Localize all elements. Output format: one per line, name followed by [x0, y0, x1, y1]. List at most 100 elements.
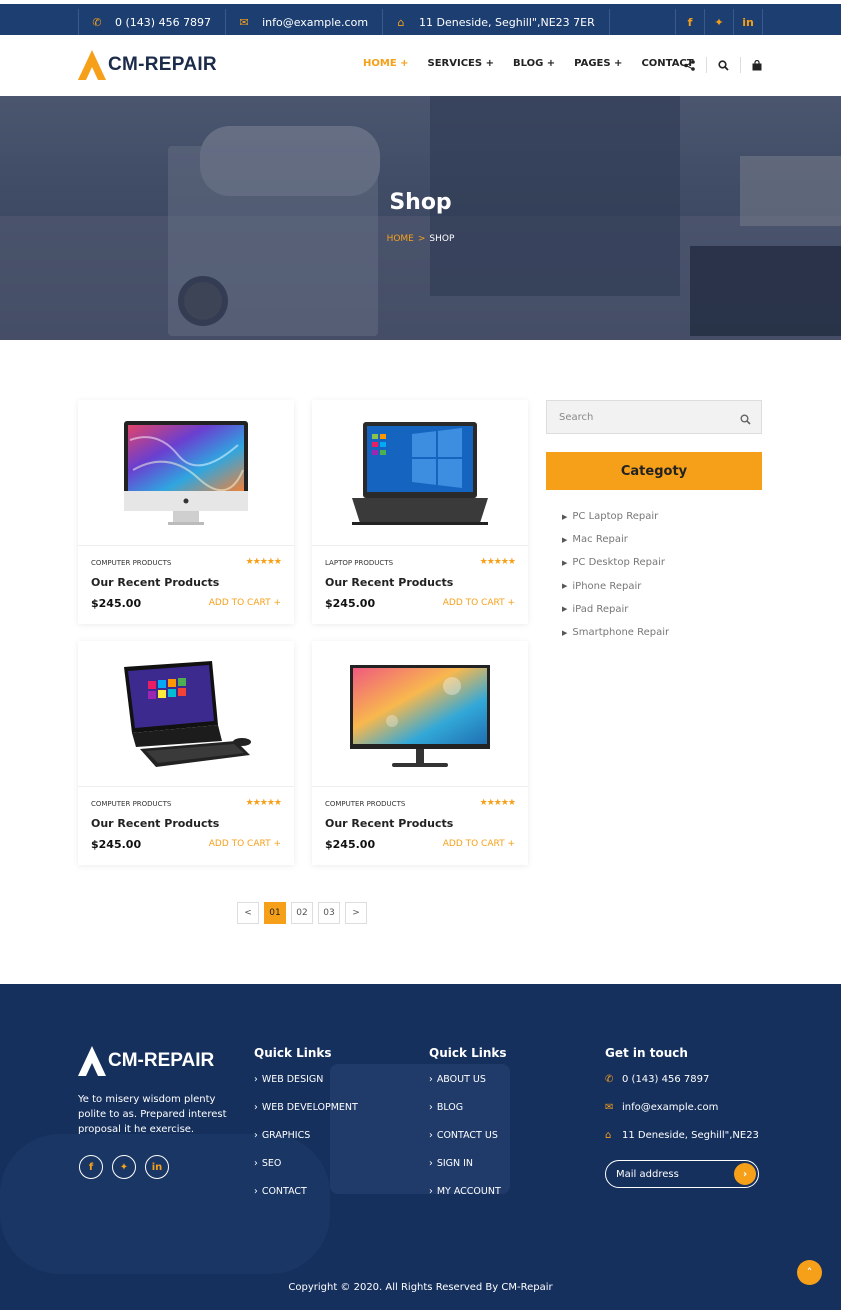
- footer-link-label: BLOG: [436, 1102, 464, 1113]
- envelope-icon: ✉: [605, 1102, 614, 1113]
- category-label: iPad Repair: [572, 603, 629, 615]
- rating-stars: ★★★★★: [479, 557, 516, 567]
- search-icon[interactable]: [740, 410, 751, 429]
- newsletter-email-input[interactable]: Mail address ›: [605, 1160, 759, 1188]
- chevron-right-icon: ›: [254, 1130, 258, 1141]
- category-item[interactable]: ▶ PC Laptop Repair: [562, 505, 669, 528]
- divider: [706, 57, 707, 73]
- nav-services[interactable]: SERVICES +: [428, 58, 494, 69]
- category-label: PC Laptop Repair: [572, 511, 659, 523]
- product-title[interactable]: Our Recent Products: [325, 576, 453, 589]
- add-to-cart-button[interactable]: ADD TO CART +: [443, 839, 515, 849]
- facebook-icon[interactable]: f: [676, 9, 705, 35]
- top-bar: ✆ 0 (143) 456 7897 ✉ info@example.com ⌂ …: [0, 0, 841, 35]
- facebook-icon[interactable]: f: [79, 1155, 103, 1179]
- divider: [740, 57, 741, 73]
- site-footer: CM-REPAIR Ye to misery wisdom plenty pol…: [0, 984, 841, 1310]
- footer-email[interactable]: ✉ info@example.com: [605, 1102, 759, 1130]
- product-category: COMPUTER PRODUCTS: [325, 800, 406, 808]
- home-icon: ⌂: [605, 1130, 612, 1141]
- footer-phone[interactable]: ✆ 0 (143) 456 7897: [605, 1074, 759, 1102]
- footer-column-title: Quick Links: [254, 1046, 332, 1060]
- prev-page-button[interactable]: <: [237, 902, 259, 924]
- footer-link-label: WEB DEVELOPMENT: [261, 1102, 358, 1113]
- product-image[interactable]: [78, 641, 294, 787]
- search-input[interactable]: Search: [546, 400, 762, 434]
- footer-link[interactable]: › SIGN IN: [429, 1158, 507, 1186]
- add-to-cart-button[interactable]: ADD TO CART +: [209, 598, 281, 608]
- product-image[interactable]: [312, 641, 528, 787]
- footer-link-label: SEO: [261, 1158, 282, 1169]
- rating-stars: ★★★★★: [245, 798, 282, 808]
- page-button[interactable]: 02: [291, 902, 313, 924]
- product-price: $245.00: [325, 838, 376, 851]
- category-label: Mac Repair: [572, 534, 628, 546]
- linkedin-icon[interactable]: in: [734, 9, 763, 35]
- product-image[interactable]: [78, 400, 294, 546]
- twitter-icon[interactable]: ✦: [112, 1155, 136, 1179]
- product-title[interactable]: Our Recent Products: [91, 817, 219, 830]
- product-card[interactable]: LAPTOP PRODUCTS ★★★★★ Our Recent Product…: [312, 400, 528, 624]
- share-icon[interactable]: [684, 56, 695, 74]
- footer-link[interactable]: › GRAPHICS: [254, 1130, 358, 1158]
- breadcrumb-separator: >: [417, 234, 426, 244]
- site-logo[interactable]: CM-REPAIR: [78, 50, 217, 80]
- footer-contact-text: 11 Deneside, Seghill",NE23: [622, 1130, 759, 1141]
- caret-right-icon: ▶: [562, 582, 568, 591]
- product-image[interactable]: [312, 400, 528, 546]
- bag-icon[interactable]: [752, 56, 762, 74]
- topbar-phone[interactable]: ✆ 0 (143) 456 7897: [78, 9, 227, 35]
- nav-pages[interactable]: PAGES +: [574, 58, 622, 69]
- product-card[interactable]: COMPUTER PRODUCTS ★★★★★ Our Recent Produ…: [312, 641, 528, 865]
- scroll-to-top-button[interactable]: ˄: [797, 1260, 822, 1285]
- logo-mark-icon: [78, 1046, 106, 1076]
- add-to-cart-button[interactable]: ADD TO CART +: [443, 598, 515, 608]
- logo-mark-icon: [78, 50, 106, 80]
- product-card[interactable]: COMPUTER PRODUCTS ★★★★★ Our Recent Produ…: [78, 400, 294, 624]
- footer-link-label: MY ACCOUNT: [436, 1186, 501, 1197]
- category-item[interactable]: ▶ iPhone Repair: [562, 575, 669, 598]
- footer-link[interactable]: › BLOG: [429, 1102, 507, 1130]
- page-title: Shop: [389, 190, 452, 215]
- topbar-social: f ✦ in: [675, 9, 763, 35]
- main-nav: HOME + SERVICES + BLOG + PAGES + CONTACT: [363, 58, 713, 69]
- product-category: COMPUTER PRODUCTS: [91, 559, 172, 567]
- footer-link[interactable]: › WEB DEVELOPMENT: [254, 1102, 358, 1130]
- footer-link[interactable]: › MY ACCOUNT: [429, 1186, 507, 1214]
- product-title[interactable]: Our Recent Products: [91, 576, 219, 589]
- footer-link[interactable]: › CONTACT: [254, 1186, 358, 1214]
- mail-placeholder: Mail address: [616, 1169, 679, 1180]
- twitter-icon[interactable]: ✦: [705, 9, 734, 35]
- footer-link[interactable]: › ABOUT US: [429, 1074, 507, 1102]
- all-in-one-pc-icon: [124, 661, 251, 767]
- footer-link[interactable]: › CONTACT US: [429, 1130, 507, 1158]
- nav-home[interactable]: HOME +: [363, 58, 409, 69]
- category-item[interactable]: ▶ PC Desktop Repair: [562, 551, 669, 574]
- footer-contact-text: info@example.com: [622, 1102, 719, 1113]
- copyright: Copyright © 2020. All Rights Reserved By…: [288, 1282, 553, 1293]
- linkedin-icon[interactable]: in: [145, 1155, 169, 1179]
- topbar-email[interactable]: ✉ info@example.com: [226, 9, 384, 35]
- footer-link[interactable]: › SEO: [254, 1158, 358, 1186]
- product-title[interactable]: Our Recent Products: [325, 817, 453, 830]
- chevron-right-icon: ›: [429, 1074, 433, 1085]
- chevron-right-icon: ›: [429, 1130, 433, 1141]
- page-button-current[interactable]: 01: [264, 902, 286, 924]
- product-card[interactable]: COMPUTER PRODUCTS ★★★★★ Our Recent Produ…: [78, 641, 294, 865]
- product-category: LAPTOP PRODUCTS: [325, 559, 394, 567]
- nav-blog[interactable]: BLOG +: [513, 58, 555, 69]
- page-button[interactable]: 03: [318, 902, 340, 924]
- footer-quick-links-1: Quick Links › WEB DESIGN › WEB DEVELOPMENT…: [254, 1046, 358, 1214]
- newsletter-submit-button[interactable]: ›: [734, 1163, 756, 1185]
- search-icon[interactable]: [718, 56, 729, 74]
- footer-link[interactable]: › WEB DESIGN: [254, 1074, 358, 1102]
- category-item[interactable]: ▶ Smartphone Repair: [562, 621, 669, 644]
- category-item[interactable]: ▶ Mac Repair: [562, 528, 669, 551]
- add-to-cart-button[interactable]: ADD TO CART +: [209, 839, 281, 849]
- category-item[interactable]: ▶ iPad Repair: [562, 598, 669, 621]
- footer-social: f ✦ in: [79, 1155, 178, 1179]
- hero-overlay: [0, 96, 841, 340]
- footer-logo[interactable]: CM-REPAIR: [78, 1046, 214, 1076]
- next-page-button[interactable]: >: [345, 902, 367, 924]
- breadcrumb-home[interactable]: HOME: [387, 234, 414, 244]
